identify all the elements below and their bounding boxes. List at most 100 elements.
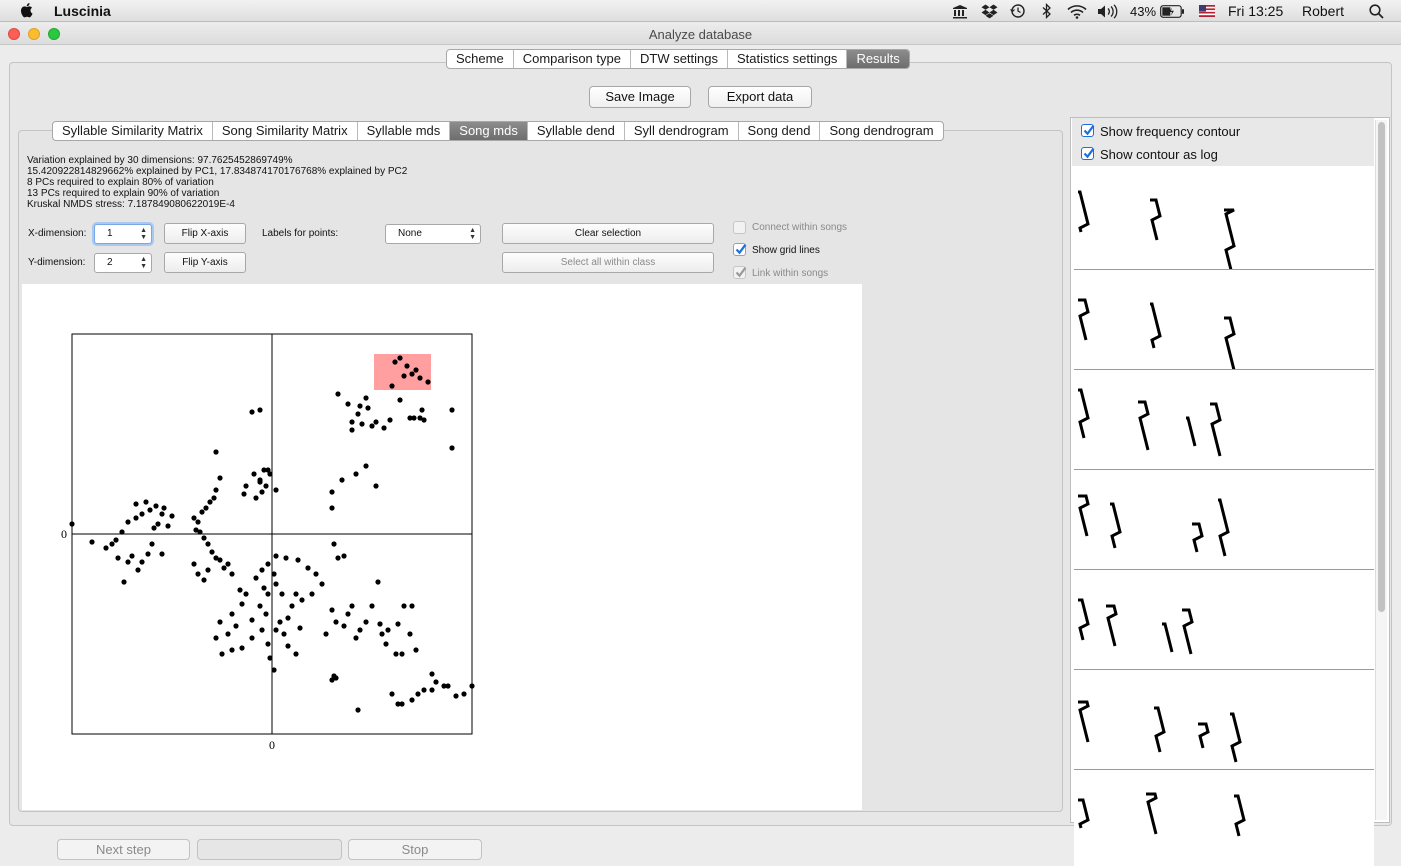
- data-point[interactable]: [329, 677, 335, 683]
- data-point[interactable]: [469, 683, 475, 689]
- data-point[interactable]: [119, 529, 125, 535]
- x-dimension-spinner[interactable]: 1 ▲ ▼: [94, 224, 152, 244]
- data-point[interactable]: [205, 541, 211, 547]
- spectrogram-thumbnail[interactable]: [1074, 170, 1374, 270]
- data-point[interactable]: [389, 691, 395, 697]
- data-point[interactable]: [213, 449, 219, 455]
- data-point[interactable]: [121, 579, 127, 585]
- show-frequency-contour-checkbox[interactable]: [1081, 124, 1095, 137]
- result-tab-song-dendrogram[interactable]: Song dendrogram: [820, 122, 942, 140]
- data-point[interactable]: [453, 693, 459, 699]
- data-point[interactable]: [353, 635, 359, 641]
- data-point[interactable]: [205, 567, 211, 573]
- data-point[interactable]: [283, 555, 289, 561]
- data-point[interactable]: [349, 427, 355, 433]
- data-point[interactable]: [363, 619, 369, 625]
- data-point[interactable]: [417, 375, 423, 381]
- data-point[interactable]: [413, 647, 419, 653]
- data-point[interactable]: [397, 355, 403, 361]
- data-point[interactable]: [409, 603, 415, 609]
- data-point[interactable]: [429, 671, 435, 677]
- data-point[interactable]: [369, 423, 375, 429]
- volume-icon[interactable]: [1097, 3, 1119, 19]
- data-point[interactable]: [191, 515, 197, 521]
- data-point[interactable]: [241, 491, 247, 497]
- data-point[interactable]: [375, 579, 381, 585]
- data-point[interactable]: [461, 691, 467, 697]
- data-point[interactable]: [305, 565, 311, 571]
- data-point[interactable]: [333, 619, 339, 625]
- data-point[interactable]: [203, 505, 209, 511]
- data-point[interactable]: [169, 513, 175, 519]
- data-point[interactable]: [265, 561, 271, 567]
- data-point[interactable]: [113, 537, 119, 543]
- data-point[interactable]: [219, 651, 225, 657]
- data-point[interactable]: [345, 611, 351, 617]
- data-point[interactable]: [221, 565, 227, 571]
- data-point[interactable]: [281, 631, 287, 637]
- data-point[interactable]: [319, 581, 325, 587]
- data-point[interactable]: [387, 417, 393, 423]
- data-point[interactable]: [201, 577, 207, 583]
- result-tab-song-dend[interactable]: Song dend: [739, 122, 821, 140]
- data-point[interactable]: [253, 575, 259, 581]
- data-point[interactable]: [213, 487, 219, 493]
- data-point[interactable]: [273, 581, 279, 587]
- data-point[interactable]: [217, 557, 223, 563]
- result-tab-syllable-mds[interactable]: Syllable mds: [358, 122, 451, 140]
- data-point[interactable]: [159, 551, 165, 557]
- data-point[interactable]: [271, 571, 277, 577]
- clock[interactable]: Fri 13:25: [1228, 3, 1283, 19]
- data-point[interactable]: [257, 479, 263, 485]
- data-point[interactable]: [249, 635, 255, 641]
- data-point[interactable]: [415, 691, 421, 697]
- data-point[interactable]: [417, 415, 423, 421]
- user-name[interactable]: Robert: [1302, 3, 1344, 19]
- selection-region[interactable]: [374, 354, 431, 390]
- data-point[interactable]: [273, 627, 279, 633]
- data-point[interactable]: [195, 571, 201, 577]
- data-point[interactable]: [207, 499, 213, 505]
- data-point[interactable]: [243, 591, 249, 597]
- data-point[interactable]: [217, 619, 223, 625]
- data-point[interactable]: [89, 539, 95, 545]
- data-point[interactable]: [261, 585, 267, 591]
- show-grid-lines-checkbox[interactable]: [733, 243, 747, 256]
- data-point[interactable]: [369, 603, 375, 609]
- spectrogram-thumbnail[interactable]: [1074, 570, 1374, 670]
- data-point[interactable]: [299, 597, 305, 603]
- time-machine-icon[interactable]: [1010, 3, 1026, 19]
- data-point[interactable]: [285, 615, 291, 621]
- export-data-button[interactable]: Export data: [708, 86, 812, 108]
- data-point[interactable]: [133, 515, 139, 521]
- spectrogram-thumbnail[interactable]: [1074, 670, 1374, 770]
- data-point[interactable]: [355, 411, 361, 417]
- data-point[interactable]: [213, 635, 219, 641]
- data-point[interactable]: [309, 591, 315, 597]
- data-point[interactable]: [409, 371, 415, 377]
- result-tab-song-mds[interactable]: Song mds: [450, 122, 528, 140]
- data-point[interactable]: [339, 477, 345, 483]
- data-point[interactable]: [373, 483, 379, 489]
- data-point[interactable]: [425, 379, 431, 385]
- connect-within-songs-checkbox[interactable]: [733, 221, 746, 234]
- data-point[interactable]: [357, 627, 363, 633]
- result-tab-syll-dendrogram[interactable]: Syll dendrogram: [625, 122, 739, 140]
- data-point[interactable]: [353, 471, 359, 477]
- data-point[interactable]: [355, 707, 361, 713]
- data-point[interactable]: [329, 607, 335, 613]
- data-point[interactable]: [449, 407, 455, 413]
- mds-plot-area[interactable]: 00: [22, 284, 862, 810]
- data-point[interactable]: [201, 535, 207, 541]
- data-point[interactable]: [285, 643, 291, 649]
- stop-button[interactable]: Stop: [348, 839, 482, 860]
- data-point[interactable]: [143, 499, 149, 505]
- data-point[interactable]: [449, 445, 455, 451]
- data-point[interactable]: [335, 391, 341, 397]
- data-point[interactable]: [263, 483, 269, 489]
- data-point[interactable]: [399, 651, 405, 657]
- mds-scatter-plot[interactable]: 00: [22, 284, 862, 810]
- data-point[interactable]: [159, 511, 165, 517]
- data-point[interactable]: [259, 489, 265, 495]
- tab-comparison-type[interactable]: Comparison type: [514, 50, 631, 68]
